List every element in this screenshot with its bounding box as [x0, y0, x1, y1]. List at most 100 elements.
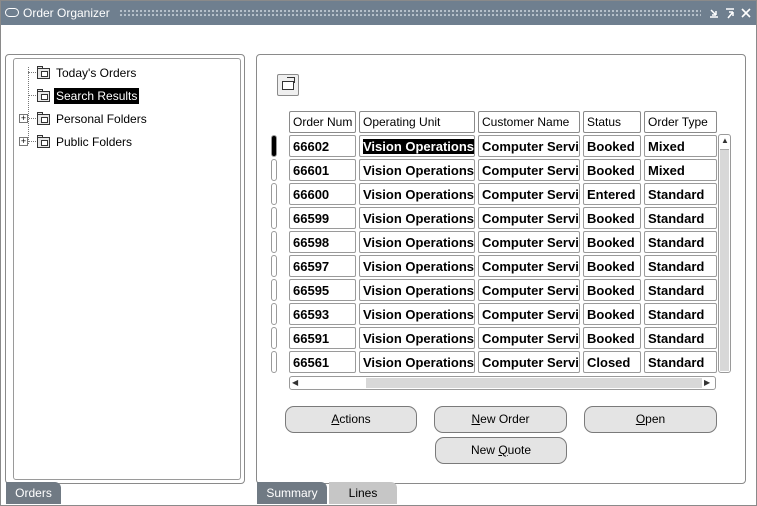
customer-name-cell[interactable]: Computer Servi: [478, 183, 580, 205]
customer-name-cell[interactable]: Computer Servi: [478, 327, 580, 349]
operating-unit-cell[interactable]: Vision Operations: [359, 207, 475, 229]
order-num-cell[interactable]: 66600: [289, 183, 356, 205]
scroll-left-icon[interactable]: ◀: [292, 378, 298, 388]
tree-connector: [28, 67, 29, 144]
status-cell[interactable]: Closed: [583, 351, 641, 373]
scroll-right-icon[interactable]: ▶: [704, 378, 710, 388]
order-num-cell[interactable]: 66593: [289, 303, 356, 325]
status-cell[interactable]: Booked: [583, 327, 641, 349]
order-type-cell[interactable]: Standard: [644, 255, 717, 277]
row-indicator[interactable]: [271, 303, 277, 325]
operating-unit-cell[interactable]: Vision Operations: [359, 255, 475, 277]
customer-name-cell[interactable]: Computer Servi: [478, 351, 580, 373]
tab-lines[interactable]: Lines: [329, 482, 397, 504]
operating-unit-cell[interactable]: Vision Operations: [359, 327, 475, 349]
tab-orders[interactable]: Orders: [6, 482, 61, 504]
customer-name-cell[interactable]: Computer Servi: [478, 135, 580, 157]
operating-unit-cell[interactable]: Vision Operations: [359, 159, 475, 181]
customer-name-cell[interactable]: Computer Servi: [478, 207, 580, 229]
order-type-cell[interactable]: Standard: [644, 231, 717, 253]
status-cell[interactable]: Booked: [583, 303, 641, 325]
customer-name-cell[interactable]: Computer Servi: [478, 279, 580, 301]
row-indicator[interactable]: [271, 159, 277, 181]
column-header-order-num[interactable]: Order Num: [289, 111, 356, 133]
customer-name-cell[interactable]: Computer Servi: [478, 255, 580, 277]
order-type-cell[interactable]: Standard: [644, 279, 717, 301]
tree-item-public-folders[interactable]: Public Folders: [36, 132, 134, 152]
vertical-scroll-thumb[interactable]: [720, 149, 729, 371]
expand-public-folders-icon[interactable]: +: [19, 137, 28, 146]
row-indicator[interactable]: [271, 207, 277, 229]
tab-label: Orders: [15, 486, 52, 500]
column-header-customer-name[interactable]: Customer Name: [478, 111, 580, 133]
order-type-cell[interactable]: Standard: [644, 183, 717, 205]
order-type-cell[interactable]: Standard: [644, 351, 717, 373]
status-cell[interactable]: Booked: [583, 159, 641, 181]
tab-summary[interactable]: Summary: [257, 482, 327, 504]
order-type-cell[interactable]: Mixed: [644, 159, 717, 181]
vertical-scrollbar[interactable]: ▲: [718, 134, 731, 373]
minimize-icon[interactable]: [708, 6, 720, 20]
tree-item-search-results[interactable]: Search Results: [36, 86, 140, 106]
row-indicator[interactable]: [271, 279, 277, 301]
scroll-up-icon[interactable]: ▲: [721, 136, 729, 146]
tree-item-personal-folders[interactable]: Personal Folders: [36, 109, 149, 129]
tree-item-label: Search Results: [54, 88, 140, 104]
maximize-icon[interactable]: [724, 6, 736, 20]
open-folder-button[interactable]: [277, 74, 299, 96]
row-indicator[interactable]: [271, 255, 277, 277]
customer-name-cell[interactable]: Computer Servi: [478, 303, 580, 325]
order-num-cell[interactable]: 66598: [289, 231, 356, 253]
order-num-cell[interactable]: 66602: [289, 135, 356, 157]
new-quote-button[interactable]: New Quote: [435, 437, 567, 464]
row-indicator[interactable]: [271, 327, 277, 349]
tree-item-label: Today's Orders: [56, 66, 137, 80]
order-type-cell[interactable]: Standard: [644, 327, 717, 349]
window-menu-icon[interactable]: [5, 8, 19, 17]
tree-item-todays-orders[interactable]: Today's Orders: [36, 63, 138, 83]
status-cell[interactable]: Booked: [583, 207, 641, 229]
row-indicator[interactable]: [271, 231, 277, 253]
operating-unit-cell[interactable]: Vision Operations: [359, 279, 475, 301]
horizontal-scroll-thumb[interactable]: [366, 378, 702, 388]
order-num-cell[interactable]: 66561: [289, 351, 356, 373]
window-title: Order Organizer: [23, 6, 110, 20]
order-type-cell[interactable]: Mixed: [644, 135, 717, 157]
operating-unit-cell[interactable]: Vision Operations: [359, 135, 475, 157]
order-type-cell[interactable]: Standard: [644, 207, 717, 229]
toolbar-gap: [1, 25, 756, 53]
operating-unit-cell[interactable]: Vision Operations: [359, 351, 475, 373]
close-icon[interactable]: [740, 6, 752, 20]
status-cell[interactable]: Entered: [583, 183, 641, 205]
status-cell[interactable]: Booked: [583, 279, 641, 301]
column-header-order-type[interactable]: Order Type: [644, 111, 717, 133]
order-num-cell[interactable]: 66599: [289, 207, 356, 229]
expand-personal-folders-icon[interactable]: +: [19, 114, 28, 123]
order-num-cell[interactable]: 66601: [289, 159, 356, 181]
order-num-cell[interactable]: 66591: [289, 327, 356, 349]
order-type-cell[interactable]: Standard: [644, 303, 717, 325]
column-header-status[interactable]: Status: [583, 111, 641, 133]
status-cell[interactable]: Booked: [583, 231, 641, 253]
new-order-button[interactable]: New Order: [434, 406, 567, 433]
row-indicator[interactable]: [271, 351, 277, 373]
order-num-cell[interactable]: 66597: [289, 255, 356, 277]
actions-button[interactable]: Actions: [285, 406, 417, 433]
column-header-operating-unit[interactable]: Operating Unit: [359, 111, 475, 133]
row-indicator[interactable]: [271, 135, 277, 157]
row-indicator[interactable]: [271, 183, 277, 205]
title-bar-pattern: [119, 9, 701, 17]
folder-personal-icon: [36, 111, 52, 127]
customer-name-cell[interactable]: Computer Servi: [478, 231, 580, 253]
horizontal-scrollbar[interactable]: ◀ ▶: [289, 376, 716, 390]
operating-unit-cell[interactable]: Vision Operations: [359, 231, 475, 253]
folder-tree[interactable]: Today's Orders Search Results + Personal…: [13, 58, 241, 480]
arrow-icon: [287, 77, 295, 83]
status-cell[interactable]: Booked: [583, 135, 641, 157]
operating-unit-cell[interactable]: Vision Operations: [359, 303, 475, 325]
customer-name-cell[interactable]: Computer Servi: [478, 159, 580, 181]
status-cell[interactable]: Booked: [583, 255, 641, 277]
open-button[interactable]: Open: [584, 406, 717, 433]
operating-unit-cell[interactable]: Vision Operations: [359, 183, 475, 205]
order-num-cell[interactable]: 66595: [289, 279, 356, 301]
